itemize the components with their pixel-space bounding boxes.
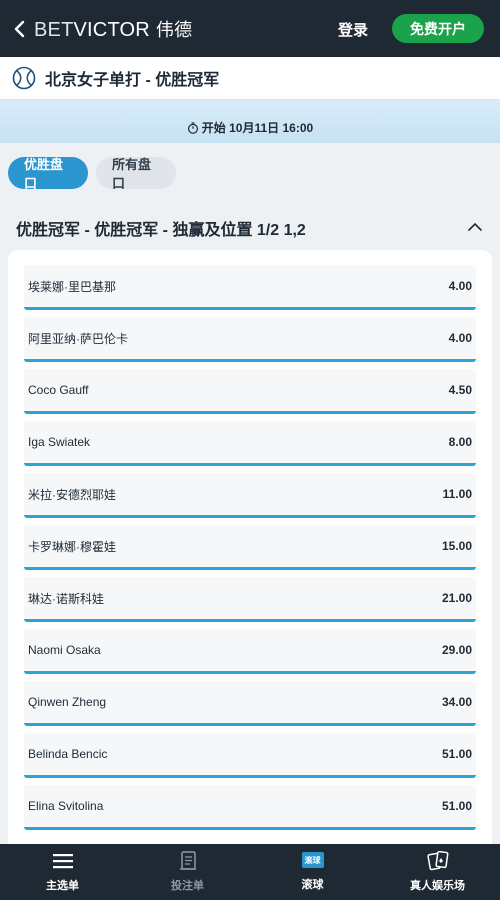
nav-main-menu[interactable]: 主选单	[0, 844, 125, 900]
tab-all-markets[interactable]: 所有盘口	[96, 157, 176, 191]
stopwatch-icon	[187, 121, 198, 134]
selection-odds[interactable]: 4.00	[449, 331, 472, 345]
selection-name: 米拉·安德烈耶娃	[28, 487, 116, 502]
selection-name: 琳达·诺斯科娃	[28, 591, 104, 606]
selection-odds[interactable]: 4.00	[449, 279, 472, 293]
market-title: 优胜冠军 - 优胜冠军 - 独赢及位置 1/2 1,2	[16, 222, 306, 239]
market-tabs: 优胜盘口 所有盘口	[8, 157, 176, 191]
selection-row[interactable]: 米拉·安德烈耶娃 11.00	[24, 473, 476, 518]
tennis-ball-icon	[12, 66, 36, 90]
selection-row[interactable]: 卡罗琳娜·穆霍娃 15.00	[24, 525, 476, 570]
selection-name: 阿里亚纳·萨巴伦卡	[28, 331, 128, 346]
nav-live-label: 滚球	[301, 879, 324, 891]
selection-row[interactable]: Coco Gauff 4.50	[24, 369, 476, 414]
bottom-nav: 主选单 投注单 滚球 滚球 真人娱乐场	[0, 844, 500, 900]
selection-odds[interactable]: 8.00	[449, 435, 472, 449]
selection-row[interactable]: Naomi Osaka 29.00	[24, 629, 476, 674]
nav-live[interactable]: 滚球 滚球	[250, 844, 375, 900]
selection-row[interactable]: Belinda Bencic 51.00	[24, 733, 476, 778]
top-bar: BET VICTOR 伟德 登录 免费开户	[0, 0, 500, 57]
selection-name: 埃莱娜·里巴基那	[28, 279, 116, 294]
selection-odds[interactable]: 51.00	[442, 799, 472, 813]
selection-name: Belinda Bencic	[28, 747, 108, 761]
market-header[interactable]: 优胜冠军 - 优胜冠军 - 独赢及位置 1/2 1,2	[16, 216, 484, 240]
logo-bet-text: BET	[34, 18, 74, 41]
selection-name: Elina Svitolina	[28, 799, 104, 813]
logo-cn-text: 伟德	[155, 19, 193, 40]
selection-odds[interactable]: 51.00	[442, 747, 472, 761]
back-button[interactable]	[4, 0, 34, 57]
chevron-left-icon	[14, 20, 25, 37]
selection-odds[interactable]: 15.00	[442, 539, 472, 553]
selection-odds[interactable]: 29.00	[442, 643, 472, 657]
start-time-banner: 开始 10月11日 16:00	[0, 100, 500, 143]
nav-betslip[interactable]: 投注单	[125, 844, 250, 900]
start-time-text: 开始 10月11日 16:00	[201, 121, 314, 135]
login-button[interactable]: 登录	[338, 19, 368, 40]
nav-betslip-label: 投注单	[171, 880, 204, 892]
nav-live-casino-label: 真人娱乐场	[410, 880, 465, 892]
nav-main-menu-label: 主选单	[46, 880, 79, 892]
selection-row[interactable]: Elina Svitolina 51.00	[24, 785, 476, 830]
cards-icon	[426, 851, 448, 871]
nav-live-casino[interactable]: 真人娱乐场	[375, 844, 500, 900]
selection-odds[interactable]: 11.00	[443, 487, 472, 501]
event-header: 北京女子单打 - 优胜冠军	[0, 57, 500, 100]
selection-odds[interactable]: 4.50	[449, 383, 472, 397]
selection-row[interactable]: Qinwen Zheng 34.00	[24, 681, 476, 726]
selections-card: 埃莱娜·里巴基那 4.00 阿里亚纳·萨巴伦卡 4.00 Coco Gauff 4.50 I…	[8, 250, 492, 870]
selection-name: Iga Swiatek	[28, 435, 91, 449]
selection-odds[interactable]: 21.00	[442, 591, 472, 605]
selection-row[interactable]: 埃莱娜·里巴基那 4.00	[24, 265, 476, 310]
selection-name: 卡罗琳娜·穆霍娃	[28, 539, 116, 554]
selection-row[interactable]: 琳达·诺斯科娃 21.00	[24, 577, 476, 622]
menu-icon	[52, 854, 73, 869]
chevron-up-icon[interactable]	[468, 222, 482, 231]
live-icon: 滚球	[301, 852, 324, 868]
selection-row[interactable]: Iga Swiatek 8.00	[24, 421, 476, 466]
selection-row[interactable]: 阿里亚纳·萨巴伦卡 4.00	[24, 317, 476, 362]
selection-name: Qinwen Zheng	[28, 695, 107, 709]
selection-name: Coco Gauff	[28, 383, 89, 397]
selection-name: Naomi Osaka	[28, 643, 101, 657]
register-button[interactable]: 免费开户	[392, 14, 484, 43]
betvictor-logo[interactable]: BET VICTOR 伟德	[34, 16, 192, 42]
event-title: 北京女子单打 - 优胜冠军	[45, 72, 220, 89]
selection-odds[interactable]: 34.00	[442, 695, 472, 709]
tab-top-markets[interactable]: 优胜盘口	[8, 157, 88, 191]
betslip-icon	[179, 851, 196, 870]
logo-victor-text: VICTOR	[73, 18, 150, 41]
